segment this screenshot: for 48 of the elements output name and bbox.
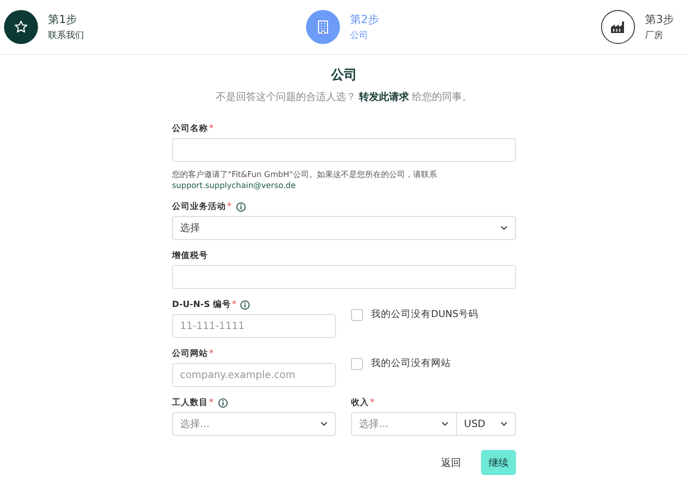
select-dropdown[interactable]: 选择 <box>172 216 516 240</box>
chevron-down-icon <box>500 421 508 428</box>
text-field[interactable] <box>172 138 516 162</box>
required-mark: * <box>227 202 232 212</box>
field-label: 工人数目 <box>172 397 208 410</box>
required-mark: * <box>370 398 374 408</box>
subtitle: 不是回答这个问题的合适人选？ 转发此请求 给您的同事。 <box>214 90 474 104</box>
info-icon[interactable] <box>218 398 228 408</box>
currency-dropdown[interactable]: USD <box>457 412 516 436</box>
step-title: 第2步 <box>350 12 379 27</box>
field-label: 公司业务活动 <box>172 201 226 214</box>
page-title: 公司 <box>330 67 358 84</box>
checkbox-option[interactable]: 我的公司没有网站 <box>351 357 451 370</box>
required-mark: * <box>209 398 214 408</box>
field-label: 增值税号 <box>172 250 208 262</box>
info-icon[interactable] <box>240 300 250 310</box>
factory-icon <box>610 20 626 34</box>
chevron-down-icon <box>441 421 449 428</box>
star-icon <box>14 20 28 34</box>
select-dropdown[interactable]: 选择... <box>351 412 457 436</box>
back-button[interactable]: 返回 <box>437 450 465 476</box>
step-name: 厂房 <box>645 30 664 42</box>
field-label: 公司网站 <box>172 348 208 360</box>
checkbox-option[interactable]: 我的公司没有DUNS号码 <box>351 308 478 322</box>
chevron-down-icon <box>320 421 328 428</box>
field-label: 公司名称 <box>172 123 208 135</box>
text-field[interactable] <box>172 265 516 290</box>
checkbox[interactable] <box>351 358 363 370</box>
field-label: D-U-N-S 编号 <box>172 299 231 312</box>
select-dropdown[interactable]: 选择... <box>172 412 336 436</box>
field-label: 收入 <box>351 397 369 410</box>
step-title: 第1步 <box>48 12 78 27</box>
text-field[interactable]: 11-111-1111 <box>172 314 336 338</box>
step-name: 联系我们 <box>48 30 84 42</box>
forward-request-link[interactable]: 转发此请求 <box>359 92 409 103</box>
required-mark: * <box>209 124 214 134</box>
continue-button[interactable]: 继续 <box>481 450 516 476</box>
required-mark: * <box>232 300 236 310</box>
required-mark: * <box>209 349 214 360</box>
info-icon[interactable] <box>236 202 246 212</box>
building-icon <box>317 20 329 34</box>
step-title: 第3步 <box>645 12 674 27</box>
text-field[interactable]: company.example.com <box>172 363 336 388</box>
help-text: 您的客户邀请了"Fit&Fun GmbH"公司。如果这不是您所在的公司，请联系 support.supplychain@verso.de <box>172 169 438 192</box>
step-name: 公司 <box>350 30 369 42</box>
chevron-down-icon <box>500 225 508 232</box>
checkbox[interactable] <box>351 308 363 321</box>
email-link[interactable]: support.supplychain@verso.de <box>172 181 296 190</box>
